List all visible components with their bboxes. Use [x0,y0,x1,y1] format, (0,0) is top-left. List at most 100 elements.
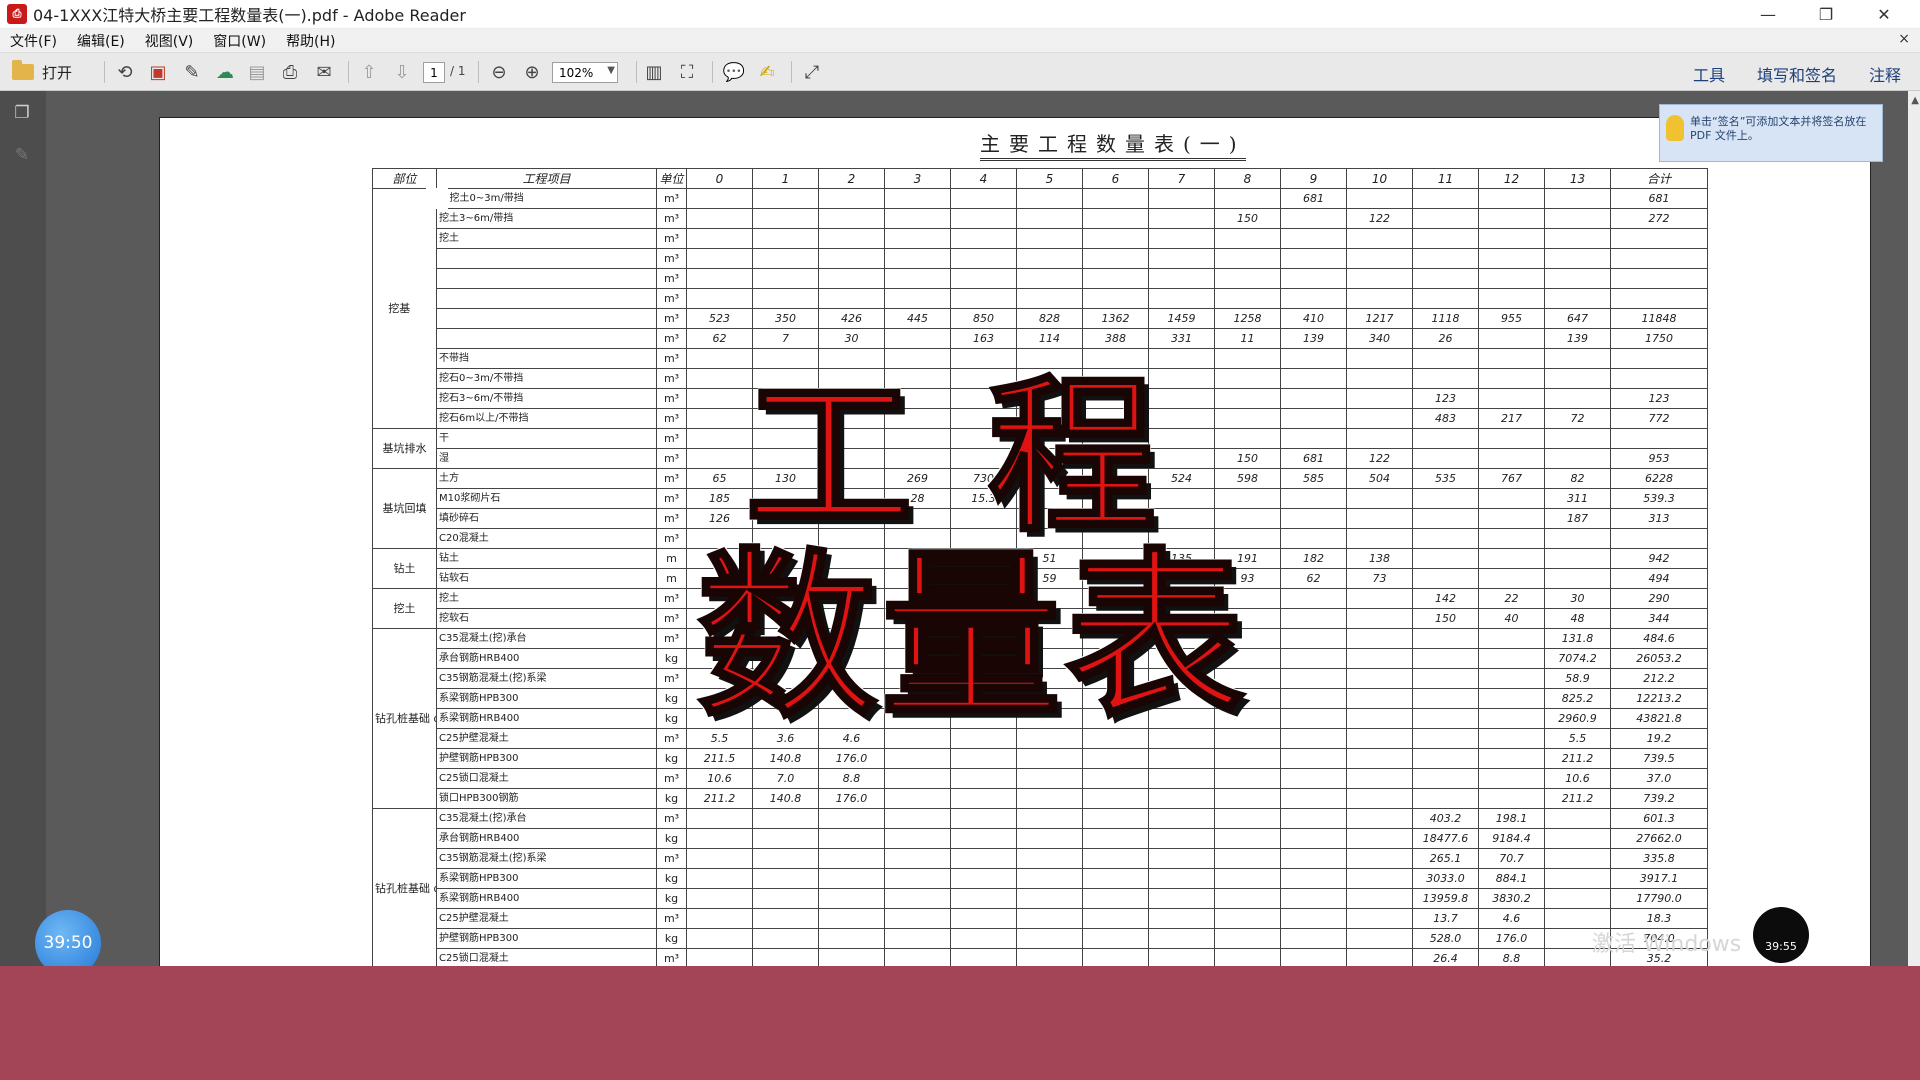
row-item: C35混凝土(挖)承台 [436,628,657,649]
toolbar-divider [791,61,792,83]
upload-cloud-icon[interactable]: ☁ [212,59,238,85]
row-value [1478,628,1545,649]
row-value [1280,288,1347,309]
save-icon[interactable]: ⟲ [112,59,138,85]
row-value [1148,848,1215,869]
row-value [752,908,819,929]
row-item: 挖石6m以上/不带挡 [436,408,657,429]
row-value: 19.2 [1610,728,1708,749]
row-value [818,868,885,889]
row-value [752,888,819,909]
row-item [436,248,657,269]
row-value [950,808,1017,829]
row-unit: m³ [656,308,687,329]
row-value: 426 [818,308,885,329]
row-value [1478,208,1545,229]
menu-window[interactable]: 窗口(W) [213,31,266,51]
row-value: 7.0 [752,768,819,789]
row-value: 265.1 [1412,848,1479,869]
row-value [818,908,885,929]
row-value [686,348,753,369]
tools-panel-button[interactable]: 工具 [1693,62,1725,86]
row-value [818,188,885,209]
menu-file[interactable]: 文件(F) [10,31,57,51]
row-value [950,248,1017,269]
row-value [1280,268,1347,289]
pdf-create-icon[interactable]: ▣ [145,59,171,85]
disk-icon[interactable]: ▤ [244,59,270,85]
row-value: 1459 [1148,308,1215,329]
row-item: C35混凝土(挖)承台 [436,808,657,829]
row-value [1346,528,1413,549]
row-value [1412,508,1479,529]
row-unit: m³ [656,768,687,789]
fullscreen-icon[interactable]: ⤢ [799,59,825,85]
row-unit: m³ [656,608,687,629]
row-value: 942 [1610,548,1708,569]
zoom-in-icon[interactable]: ⊕ [519,59,545,85]
row-value [1610,288,1708,309]
prev-page-icon[interactable]: ⇧ [356,59,382,85]
row-unit: m³ [656,448,687,469]
chevron-down-icon[interactable]: ▼ [607,65,615,76]
row-value [686,248,753,269]
pages-icon[interactable]: ❐ [12,103,32,123]
fit-width-icon[interactable]: ⛶ [674,59,700,85]
next-page-icon[interactable]: ⇩ [389,59,415,85]
row-value [818,208,885,229]
row-value [1412,288,1479,309]
vertical-scrollbar[interactable] [1908,91,1920,966]
row-value [1346,428,1413,449]
scroll-up-icon[interactable]: ▲ [1911,95,1919,106]
edit-icon[interactable]: ✎ [179,59,205,85]
close-document-icon[interactable]: × [1898,31,1910,47]
row-unit: m³ [656,488,687,509]
menu-view[interactable]: 视图(V) [145,31,194,51]
row-value: 884.1 [1478,868,1545,889]
row-value: 40 [1478,608,1545,629]
row-value [1412,208,1479,229]
row-item: 挖土3~6m/带挡 [436,208,657,229]
open-button[interactable]: 打开 [12,60,72,84]
row-value [1214,808,1281,829]
minimize-button[interactable]: — [1739,0,1797,29]
column-header: 12 [1478,168,1545,189]
row-value [1280,748,1347,769]
navigation-pane: ❐ ✎ [0,91,46,966]
row-value [1478,528,1545,549]
row-value [1016,208,1083,229]
comment-icon[interactable]: 💬 [721,59,747,85]
folder-icon [12,60,34,80]
row-value [686,268,753,289]
row-unit: m³ [656,388,687,409]
restore-button[interactable]: ❐ [1797,0,1855,29]
row-item: 不带挡 [436,348,657,369]
row-value [1346,388,1413,409]
print-icon[interactable]: ⎙ [277,59,303,85]
menu-edit[interactable]: 编辑(E) [77,31,125,51]
close-button[interactable]: ✕ [1855,0,1913,29]
row-value: 22 [1478,588,1545,609]
row-value [950,268,1017,289]
comment-panel-button[interactable]: 注释 [1869,62,1901,86]
row-item: 系梁钢筋HPB300 [436,868,657,889]
sign-icon[interactable]: ✍ [754,59,780,85]
menu-help[interactable]: 帮助(H) [286,31,335,51]
row-unit: m³ [656,628,687,649]
row-item: 系梁钢筋HRB400 [436,888,657,909]
email-icon[interactable]: ✉ [311,59,337,85]
fill-sign-panel-button[interactable]: 填写和签名 [1757,62,1837,86]
row-value: 138 [1346,548,1413,569]
row-value [1148,908,1215,929]
page-number-input[interactable]: 1 [423,62,445,83]
row-value: 187 [1544,508,1611,529]
row-value [1082,208,1149,229]
row-value [1346,348,1413,369]
zoom-out-icon[interactable]: ⊖ [486,59,512,85]
row-value [1280,788,1347,809]
menu-bar: 文件(F) 编辑(E) 视图(V) 窗口(W) 帮助(H) × [0,29,1920,53]
zoom-select[interactable]: 102% ▼ [552,62,618,83]
attachment-icon[interactable]: ✎ [12,145,32,165]
row-value [1346,888,1413,909]
fit-page-icon[interactable]: ▥ [641,59,667,85]
